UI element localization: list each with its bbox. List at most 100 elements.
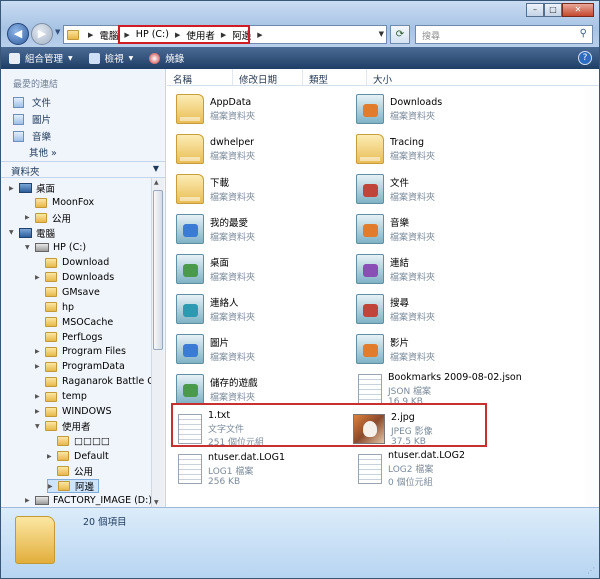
file-item[interactable]: ntuser.dat.LOG2 LOG2 檔案 0 個位元組 xyxy=(353,450,465,488)
column-size[interactable]: 大小 xyxy=(367,69,427,86)
file-item[interactable]: ntuser.dat.LOG1 LOG1 檔案 256 KB xyxy=(173,450,285,488)
tree-node[interactable]: ▶ temp xyxy=(35,390,87,404)
file-item[interactable]: 1.txt 文字文件 251 個位元組 xyxy=(173,410,264,448)
file-item[interactable]: 文件 檔案資料夾 xyxy=(353,170,435,208)
resize-grip-icon[interactable]: ⋰ xyxy=(587,566,595,575)
collapse-arrow-icon[interactable]: ▼ xyxy=(9,229,17,236)
views-button[interactable]: 檢視 ▼ xyxy=(81,47,142,69)
breadcrumb-computer[interactable]: 電腦 xyxy=(98,28,119,42)
collapse-arrow-icon[interactable]: ▼ xyxy=(25,244,33,251)
breadcrumb-separator[interactable]: ▶ xyxy=(221,31,226,39)
back-button[interactable]: ◀ xyxy=(7,23,29,45)
favorite-link-pictures[interactable]: 圖片 xyxy=(13,112,51,126)
tree-node[interactable]: Download xyxy=(35,256,109,270)
tree-node[interactable]: ▶ Downloads xyxy=(35,270,114,284)
more-links[interactable]: 其他 » xyxy=(29,145,57,159)
tree-node[interactable]: MoonFox xyxy=(25,196,94,210)
file-item[interactable]: 連絡人 檔案資料夾 xyxy=(173,290,255,328)
tree-node[interactable]: ▶ 阿邊 xyxy=(47,479,100,493)
tree-node[interactable]: ▶ FACTORY_IMAGE (D:) xyxy=(25,494,151,507)
folders-header[interactable]: 資料夾 ▼ xyxy=(1,161,165,178)
tree-node[interactable]: ▶ Program Files xyxy=(35,345,126,359)
expand-arrow-icon[interactable]: ▶ xyxy=(25,214,33,221)
file-item[interactable]: Downloads 檔案資料夾 xyxy=(353,90,442,128)
recent-pages-dropdown[interactable]: ▼ xyxy=(55,28,63,40)
scroll-thumb[interactable] xyxy=(153,190,163,350)
folder-icon xyxy=(15,516,55,564)
tree-node[interactable]: ▼ HP (C:) xyxy=(25,241,86,255)
breadcrumb-separator[interactable]: ▶ xyxy=(257,31,262,39)
breadcrumb-drive[interactable]: HP (C:) xyxy=(135,29,170,40)
address-dropdown-icon[interactable]: ▼ xyxy=(379,30,384,38)
file-item[interactable]: 音樂 檔案資料夾 xyxy=(353,210,435,248)
file-name: AppData xyxy=(210,96,252,108)
search-icon[interactable]: ⚲ xyxy=(580,28,587,39)
expand-arrow-icon[interactable]: ▶ xyxy=(35,408,43,415)
tree-node[interactable]: 公用 xyxy=(47,464,93,478)
minimize-button[interactable]: – xyxy=(526,3,544,17)
tree-node-label: Download xyxy=(62,257,110,268)
file-item[interactable]: 搜尋 檔案資料夾 xyxy=(353,290,435,328)
expand-arrow-icon[interactable]: ▶ xyxy=(35,363,43,370)
column-type[interactable]: 類型 xyxy=(303,69,367,86)
folder-icon xyxy=(45,421,57,432)
burn-button[interactable]: 燒錄 xyxy=(141,47,192,69)
expand-arrow-icon[interactable]: ▶ xyxy=(9,185,17,192)
scroll-up-icon[interactable]: ▲ xyxy=(154,179,159,186)
expand-arrow-icon[interactable]: ▶ xyxy=(48,483,56,490)
expand-arrow-icon[interactable]: ▶ xyxy=(35,348,43,355)
tree-node[interactable]: ▶ 公用 xyxy=(25,211,71,225)
file-item[interactable]: AppData 檔案資料夾 xyxy=(173,90,255,128)
file-item[interactable]: 圖片 檔案資料夾 xyxy=(173,330,255,368)
file-item[interactable]: Bookmarks 2009-08-02.json JSON 檔案 16.9 KB xyxy=(353,370,522,408)
refresh-button[interactable]: ⟳ xyxy=(390,25,410,44)
tree-node[interactable]: Raganarok Battle Offli xyxy=(35,375,151,389)
favorite-link-music[interactable]: 音樂 xyxy=(13,129,51,143)
tree-node[interactable]: □□□□ xyxy=(47,434,110,448)
tree-node[interactable]: ▶ WINDOWS xyxy=(35,405,112,419)
tree-node[interactable]: ▶ 桌面 xyxy=(9,181,55,195)
file-item[interactable]: 連結 檔案資料夾 xyxy=(353,250,435,288)
search-input[interactable]: 搜尋 ⚲ xyxy=(415,25,593,44)
file-item[interactable]: dwhelper 檔案資料夾 xyxy=(173,130,255,168)
expand-arrow-icon[interactable]: ▶ xyxy=(47,453,55,460)
file-item[interactable]: 我的最愛 檔案資料夾 xyxy=(173,210,255,248)
column-date[interactable]: 修改日期 xyxy=(233,69,303,86)
breadcrumb-separator[interactable]: ▶ xyxy=(124,31,129,39)
file-item[interactable]: 儲存的遊戲 檔案資料夾 xyxy=(173,370,258,408)
breadcrumb-user-folder[interactable]: 阿邊 xyxy=(231,28,252,42)
expand-arrow-icon[interactable]: ▶ xyxy=(35,274,43,281)
column-name[interactable]: 名稱 xyxy=(167,69,233,86)
tree-node[interactable]: ▼ 使用者 xyxy=(35,419,91,433)
tree-node[interactable]: ▼ 電腦 xyxy=(9,226,55,240)
file-item[interactable]: 2.jpg JPEG 影像 37.5 KB xyxy=(353,410,433,448)
tree-scrollbar[interactable]: ▲ ▼ xyxy=(151,178,164,507)
file-item[interactable]: 下載 檔案資料夾 xyxy=(173,170,255,208)
favorite-link-documents[interactable]: 文件 xyxy=(13,95,51,109)
tree-node[interactable]: hp xyxy=(35,300,74,314)
forward-button[interactable]: ▶ xyxy=(31,23,53,45)
file-item[interactable]: 桌面 檔案資料夾 xyxy=(173,250,255,288)
content-scrollbar[interactable] xyxy=(585,86,599,507)
breadcrumb-users[interactable]: 使用者 xyxy=(185,28,216,42)
tree-node-label: 桌面 xyxy=(36,184,56,195)
close-button[interactable]: ✕ xyxy=(562,3,594,17)
scroll-down-icon[interactable]: ▼ xyxy=(154,499,159,506)
address-bar[interactable]: ▶ 電腦 ▶ HP (C:) ▶ 使用者 ▶ 阿邊 ▶ ▼ xyxy=(63,25,387,44)
breadcrumb-separator[interactable]: ▶ xyxy=(175,31,180,39)
tree-node[interactable]: MSOCache xyxy=(35,315,113,329)
maximize-button[interactable]: □ xyxy=(544,3,562,17)
tree-node[interactable]: PerfLogs xyxy=(35,330,102,344)
expand-arrow-icon[interactable]: ▶ xyxy=(35,393,43,400)
collapse-arrow-icon[interactable]: ▼ xyxy=(35,423,43,430)
organize-button[interactable]: 組合管理 ▼ xyxy=(1,47,81,69)
help-button[interactable]: ? xyxy=(578,51,592,65)
file-item[interactable]: Tracing 檔案資料夾 xyxy=(353,130,435,168)
file-type: 文字文件 xyxy=(208,425,245,435)
expand-arrow-icon[interactable]: ▶ xyxy=(25,497,33,504)
file-item[interactable]: 影片 檔案資料夾 xyxy=(353,330,435,368)
tree-node[interactable]: ▶ Default xyxy=(47,449,109,463)
tree-node[interactable]: GMsave xyxy=(35,285,100,299)
tree-node[interactable]: ▶ ProgramData xyxy=(35,360,125,374)
item-count: 20 個項目 xyxy=(83,517,127,528)
